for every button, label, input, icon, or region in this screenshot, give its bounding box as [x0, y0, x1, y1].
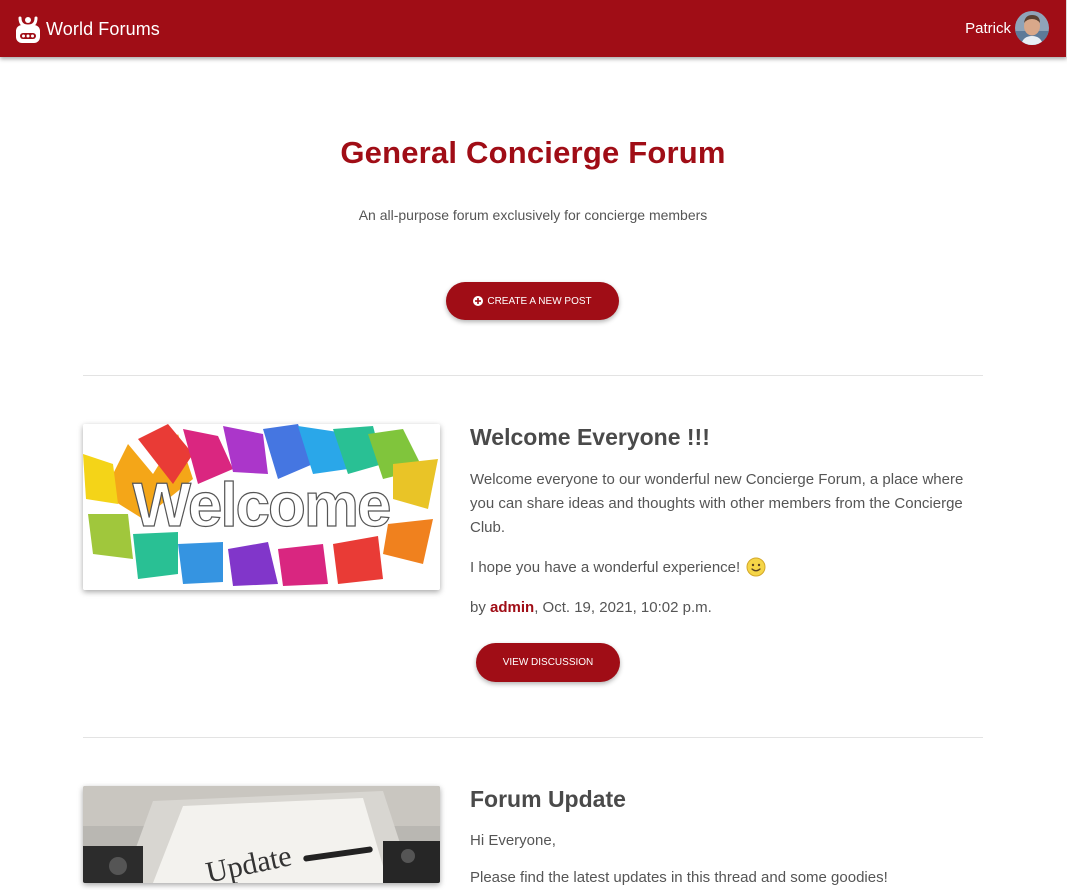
create-post-label: CREATE A NEW POST [487, 295, 592, 307]
post-title[interactable]: Forum Update [470, 786, 626, 813]
plus-circle-icon [473, 296, 484, 306]
post-image-update[interactable]: Update [83, 786, 440, 883]
divider [83, 737, 983, 738]
typewriter-update-illustration: Update [83, 786, 440, 883]
post-date: , Oct. 19, 2021, 10:02 p.m. [534, 599, 712, 616]
post-meta: by admin, Oct. 19, 2021, 10:02 p.m. [470, 599, 712, 616]
top-navbar: World Forums Patrick [0, 0, 1067, 57]
user-name: Patrick [965, 19, 1011, 37]
create-post-button[interactable]: CREATE A NEW POST [446, 282, 619, 320]
post-image-welcome[interactable]: Welcome [83, 424, 440, 590]
user-avatar[interactable] [1015, 11, 1049, 45]
post-body-line: I hope you have a wonderful experience! [470, 556, 970, 580]
robot-logo-icon [16, 16, 40, 43]
divider [83, 375, 983, 376]
user-menu[interactable]: Patrick [965, 11, 1049, 45]
post-body-second: Please find the latest updates in this t… [470, 869, 888, 886]
page-title: General Concierge Forum [340, 135, 726, 170]
welcome-leaves-illustration: Welcome [83, 424, 440, 590]
brand-name: World Forums [46, 18, 160, 39]
welcome-image-text: Welcome [132, 471, 390, 540]
post-body-second: I hope you have a wonderful experience! [470, 559, 741, 576]
page-subtitle: An all-purpose forum exclusively for con… [358, 207, 708, 223]
meta-by: by [470, 599, 491, 616]
post-body: Welcome everyone to our wonderful new Co… [470, 471, 964, 536]
smiley-icon [746, 557, 766, 577]
brand-link[interactable]: World Forums [15, 14, 160, 44]
post-author-link[interactable]: admin [490, 599, 534, 616]
post-title[interactable]: Welcome Everyone !!! [470, 424, 710, 451]
post-body: Hi Everyone, [470, 832, 556, 849]
view-discussion-button[interactable]: VIEW DISCUSSION [476, 643, 620, 682]
